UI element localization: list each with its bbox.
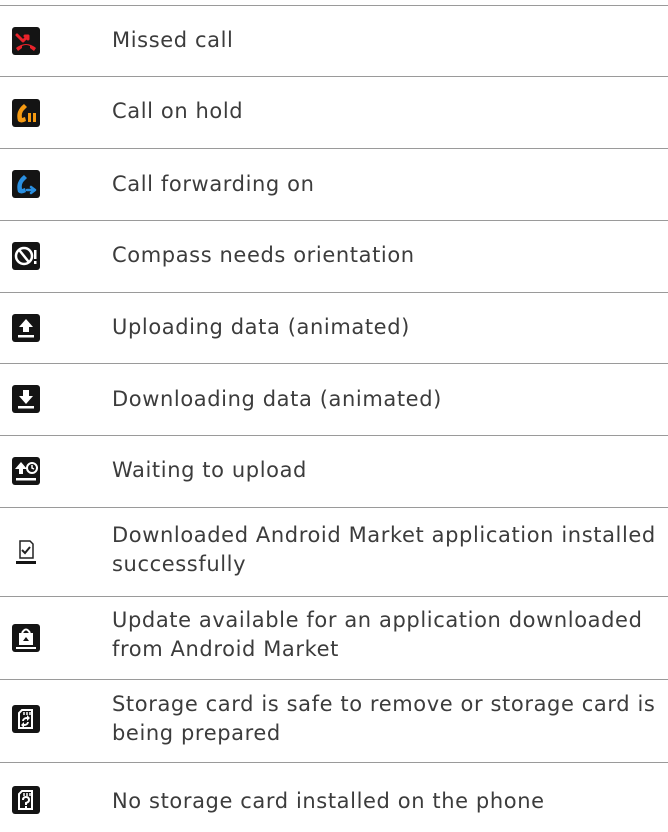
row-label: Uploading data (animated) [112, 315, 410, 339]
missed-call-icon [12, 27, 40, 55]
table-row-missed-call: Missed call [0, 6, 668, 76]
market-app-installed-icon [12, 538, 40, 566]
table-row-call-on-hold: Call on hold [0, 77, 668, 148]
table-row-uploading: Uploading data (animated) [0, 293, 668, 363]
row-label: No storage card installed on the phone [112, 789, 545, 813]
row-label: Call forwarding on [112, 172, 315, 196]
table-row-waiting-upload: Waiting to upload [0, 436, 668, 507]
row-label: Downloading data (animated) [112, 387, 442, 411]
row-label: Storage card is safe to remove or storag… [112, 692, 656, 745]
storage-card-preparing-icon [12, 705, 40, 733]
table-row-compass: Compass needs orientation [0, 221, 668, 292]
table-row-downloading: Downloading data (animated) [0, 364, 668, 435]
table-row-market-update: Update available for an application down… [0, 597, 668, 679]
compass-orientation-icon [12, 242, 40, 270]
row-label: Call on hold [112, 99, 244, 123]
row-label: Update available for an application down… [112, 608, 643, 661]
call-forwarding-icon [12, 170, 40, 198]
table-row-call-forwarding: Call forwarding on [0, 149, 668, 220]
table-row-market-installed: Downloaded Android Market application in… [0, 508, 668, 596]
table-row-storage-prepared: Storage card is safe to remove or storag… [0, 680, 668, 762]
row-label: Waiting to upload [112, 458, 307, 482]
row-label: Missed call [112, 28, 234, 52]
market-update-available-icon [12, 624, 40, 652]
no-storage-card-icon [12, 786, 40, 814]
table-row-no-storage: No storage card installed on the phone [0, 763, 668, 832]
row-label: Downloaded Android Market application in… [112, 523, 656, 576]
row-label: Compass needs orientation [112, 243, 415, 267]
call-on-hold-icon [12, 99, 40, 127]
uploading-data-icon [12, 314, 40, 342]
waiting-to-upload-icon [12, 457, 40, 485]
downloading-data-icon [12, 385, 40, 413]
